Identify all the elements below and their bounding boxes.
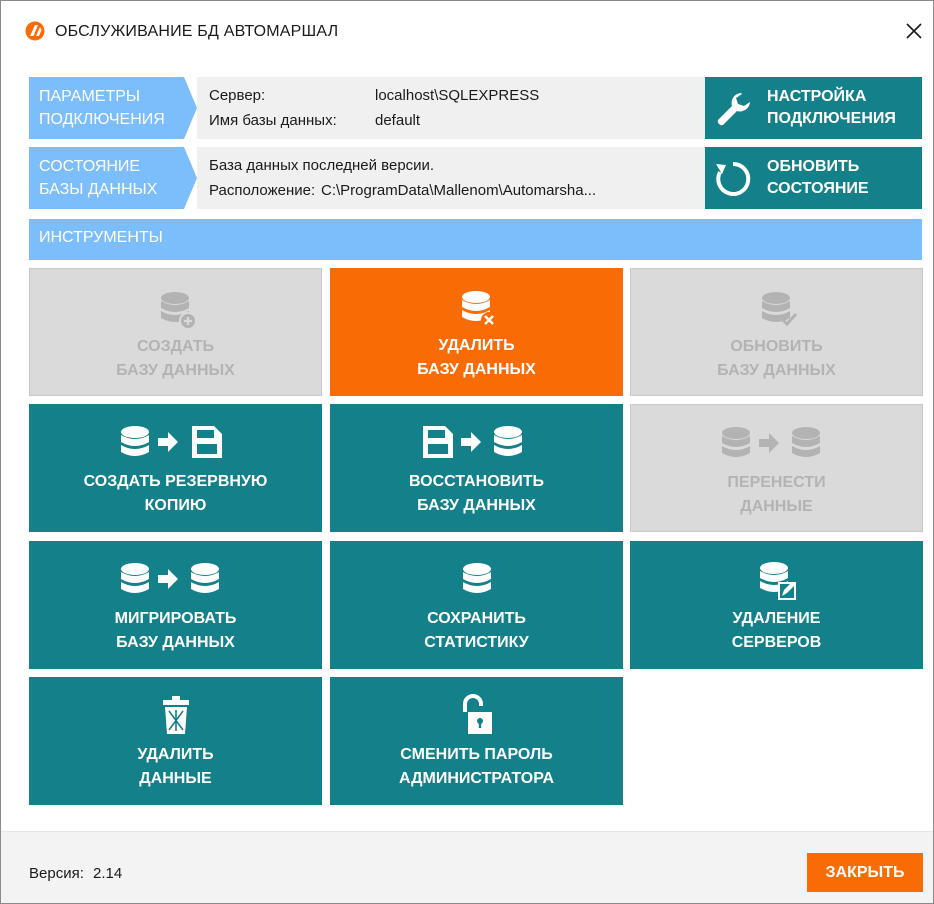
- database-state-info: База данных последней версии. Расположен…: [197, 147, 705, 209]
- version-value: 2.14: [93, 865, 123, 882]
- update-database-line1: ОБНОВИТЬ: [730, 338, 823, 355]
- create-backup-line1: СОЗДАТЬ РЕЗЕРВНУЮ: [83, 473, 268, 490]
- save-statistics-line1: СОХРАНИТЬ: [427, 610, 526, 627]
- state-tag-line1: СОСТОЯНИЕ: [39, 158, 141, 175]
- maintenance-window: ОБСЛУЖИВАНИЕ БД АВТОМАРШАЛ ПАРАМЕТРЫ ПОД…: [0, 0, 934, 904]
- remove-servers-line1: УДАЛЕНИЕ: [732, 610, 821, 627]
- remove-servers-tile[interactable]: УДАЛЕНИЕ СЕРВЕРОВ: [630, 541, 923, 669]
- delete-data-line2: ДАННЫЕ: [139, 770, 212, 787]
- connection-info: Сервер: localhost\SQLEXPRESS Имя базы да…: [197, 77, 705, 139]
- wrench-icon: [717, 93, 750, 126]
- database-status-text: База данных последней версии.: [209, 157, 435, 174]
- migrate-database-line2: БАЗУ ДАННЫХ: [116, 634, 235, 651]
- update-database-line2: БАЗУ ДАННЫХ: [717, 362, 836, 379]
- database-state-row: СОСТОЯНИЕ БАЗЫ ДАННЫХ База данных послед…: [29, 147, 922, 209]
- database-transfer-icon: [721, 427, 820, 457]
- location-value: C:\ProgramData\Mallenom\Automarsha...: [321, 182, 597, 199]
- delete-database-tile[interactable]: УДАЛИТЬ БАЗУ ДАННЫХ: [330, 268, 623, 396]
- change-admin-password-tile[interactable]: СМЕНИТЬ ПАРОЛЬ АДМИНИСТРАТОРА: [330, 677, 623, 805]
- change-password-line2: АДМИНИСТРАТОРА: [398, 770, 555, 787]
- migrate-database-tile[interactable]: МИГРИРОВАТЬ БАЗУ ДАННЫХ: [29, 541, 322, 669]
- database-edit-icon: [759, 562, 796, 600]
- database-icon: [462, 563, 491, 593]
- refresh-state-line2: СОСТОЯНИЕ: [767, 180, 869, 197]
- refresh-icon: [716, 161, 751, 196]
- trash-bin-icon: [162, 696, 189, 734]
- database-delete-icon: [461, 291, 497, 328]
- change-password-line1: СМЕНИТЬ ПАРОЛЬ: [400, 746, 553, 763]
- close-icon[interactable]: [899, 15, 929, 47]
- server-label: Сервер:: [209, 87, 266, 104]
- close-button[interactable]: ЗАКРЫТЬ: [807, 853, 923, 892]
- transfer-data-tile: ПЕРЕНЕСТИ ДАННЫЕ: [630, 404, 923, 532]
- database-state-tag: СОСТОЯНИЕ БАЗЫ ДАННЫХ: [29, 147, 197, 209]
- connection-settings-line2: ПОДКЛЮЧЕНИЯ: [767, 110, 896, 127]
- floppy-to-database-icon: [422, 426, 522, 458]
- unlock-icon: [462, 694, 492, 734]
- state-tag-line2: БАЗЫ ДАННЫХ: [39, 181, 158, 198]
- create-backup-tile[interactable]: СОЗДАТЬ РЕЗЕРВНУЮ КОПИЮ: [29, 404, 322, 532]
- app-logo-icon: [25, 21, 45, 41]
- update-database-tile: ОБНОВИТЬ БАЗУ ДАННЫХ: [630, 268, 923, 396]
- title-bar: ОБСЛУЖИВАНИЕ БД АВТОМАРШАЛ: [1, 1, 933, 63]
- migrate-database-line1: МИГРИРОВАТЬ: [114, 610, 237, 627]
- server-value: localhost\SQLEXPRESS: [375, 87, 540, 104]
- save-statistics-line2: СТАТИСТИКУ: [424, 634, 529, 651]
- refresh-state-button[interactable]: ОБНОВИТЬ СОСТОЯНИЕ: [705, 147, 922, 209]
- create-database-tile: СОЗДАТЬ БАЗУ ДАННЫХ: [29, 268, 322, 396]
- connection-settings-line1: НАСТРОЙКА: [767, 88, 867, 105]
- delete-database-line2: БАЗУ ДАННЫХ: [417, 361, 536, 378]
- window-title: ОБСЛУЖИВАНИЕ БД АВТОМАРШАЛ: [55, 23, 339, 40]
- transfer-data-line1: ПЕРЕНЕСТИ: [727, 474, 826, 491]
- save-statistics-tile[interactable]: СОХРАНИТЬ СТАТИСТИКУ: [330, 541, 623, 669]
- database-check-icon: [761, 292, 797, 327]
- connection-tag-line2: ПОДКЛЮЧЕНИЯ: [39, 111, 165, 128]
- restore-database-line1: ВОССТАНОВИТЬ: [409, 473, 544, 490]
- connection-parameters-tag: ПАРАМЕТРЫ ПОДКЛЮЧЕНИЯ: [29, 77, 197, 139]
- connection-tag-line1: ПАРАМЕТРЫ: [39, 88, 141, 105]
- database-name-label: Имя базы данных:: [209, 112, 337, 129]
- remove-servers-line2: СЕРВЕРОВ: [731, 634, 822, 651]
- location-label: Расположение:: [209, 182, 316, 199]
- tools-header-label: ИНСТРУМЕНТЫ: [39, 229, 163, 246]
- connection-parameters-row: ПАРАМЕТРЫ ПОДКЛЮЧЕНИЯ Сервер: localhost\…: [29, 77, 922, 139]
- database-name-value: default: [375, 112, 421, 129]
- database-add-icon: [160, 292, 197, 330]
- footer: Версия: 2.14 ЗАКРЫТЬ: [1, 832, 933, 903]
- create-backup-line2: КОПИЮ: [144, 497, 207, 514]
- tools-header: ИНСТРУМЕНТЫ: [29, 219, 922, 260]
- connection-settings-button[interactable]: НАСТРОЙКА ПОДКЛЮЧЕНИЯ: [705, 77, 922, 139]
- database-migrate-icon: [120, 563, 219, 593]
- create-database-line2: БАЗУ ДАННЫХ: [116, 362, 235, 379]
- create-database-line1: СОЗДАТЬ: [136, 338, 215, 355]
- delete-data-line1: УДАЛИТЬ: [137, 746, 214, 763]
- delete-data-tile[interactable]: УДАЛИТЬ ДАННЫЕ: [29, 677, 322, 805]
- transfer-data-line2: ДАННЫЕ: [740, 498, 813, 515]
- version-label: Версия:: [29, 865, 84, 882]
- delete-database-line1: УДАЛИТЬ: [438, 337, 515, 354]
- database-to-floppy-icon: [120, 426, 222, 458]
- restore-database-line2: БАЗУ ДАННЫХ: [417, 497, 536, 514]
- restore-database-tile[interactable]: ВОССТАНОВИТЬ БАЗУ ДАННЫХ: [330, 404, 623, 532]
- refresh-state-line1: ОБНОВИТЬ: [767, 158, 860, 175]
